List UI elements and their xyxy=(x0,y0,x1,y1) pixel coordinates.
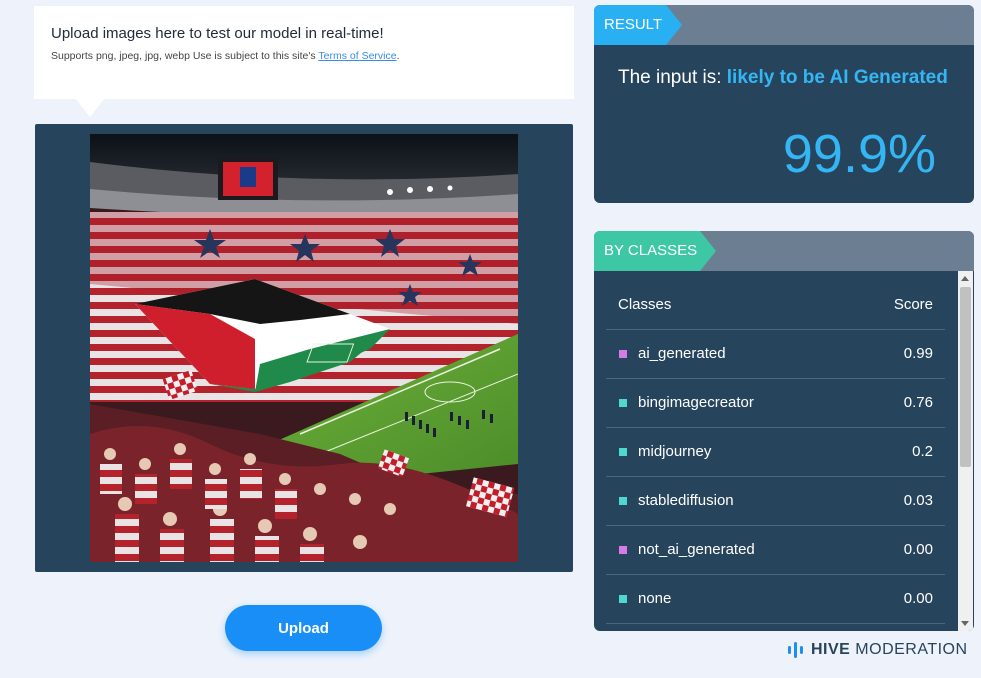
classes-header: BY CLASSES xyxy=(594,231,974,271)
image-preview-panel[interactable] xyxy=(35,124,573,572)
scroll-up-arrow-icon[interactable] xyxy=(961,276,969,281)
classes-table-header: Classes Score xyxy=(606,281,945,330)
table-row: none 0.00 xyxy=(606,575,945,624)
upload-info-subtitle: Supports png, jpeg, jpg, webp Use is sub… xyxy=(51,50,400,62)
result-header: RESULT xyxy=(594,5,974,45)
class-name: stablediffusion xyxy=(638,492,734,509)
class-color-swatch xyxy=(619,546,627,554)
classes-card: BY CLASSES Classes Score ai_generated 0.… xyxy=(594,231,974,631)
class-name: bingimagecreator xyxy=(638,394,754,411)
upload-info-card: Upload images here to test our model in … xyxy=(34,6,574,117)
class-color-swatch xyxy=(619,448,627,456)
class-color-swatch xyxy=(619,350,627,358)
class-color-swatch xyxy=(619,399,627,407)
class-name: not_ai_generated xyxy=(638,541,755,558)
result-statement: The input is: likely to be AI Generated xyxy=(618,67,948,89)
class-name: none xyxy=(638,590,672,607)
hive-logo-icon xyxy=(788,642,803,658)
class-color-swatch xyxy=(619,497,627,505)
scroll-down-arrow-icon[interactable] xyxy=(961,621,969,626)
upload-button[interactable]: Upload xyxy=(225,605,382,651)
terms-of-service-link[interactable]: Terms of Service xyxy=(318,50,396,62)
logo-light-text: MODERATION xyxy=(855,641,968,658)
terms-suffix: . xyxy=(396,50,400,62)
class-score: 0.76 xyxy=(903,394,933,411)
class-color-swatch xyxy=(619,595,627,603)
classes-table: Classes Score ai_generated 0.99 bingimag… xyxy=(606,281,945,624)
result-ribbon: RESULT xyxy=(594,5,682,45)
class-score: 0.2 xyxy=(912,443,933,460)
upload-info-title: Upload images here to test our model in … xyxy=(51,25,384,42)
classes-ribbon: BY CLASSES xyxy=(594,231,716,271)
result-prefix: The input is: xyxy=(618,67,727,88)
table-row: stablediffusion 0.03 xyxy=(606,477,945,526)
column-header-classes: Classes xyxy=(618,296,672,313)
logo-bold-text: HIVE xyxy=(811,641,851,658)
class-score: 0.99 xyxy=(903,345,933,362)
table-row: midjourney 0.2 xyxy=(606,428,945,477)
result-verdict: likely to be AI Generated xyxy=(726,67,948,88)
result-card: RESULT The input is: likely to be AI Gen… xyxy=(594,5,974,203)
class-score: 0.00 xyxy=(903,590,933,607)
result-score: 99.9% xyxy=(782,124,936,184)
table-row: not_ai_generated 0.00 xyxy=(606,526,945,575)
column-header-score: Score xyxy=(893,296,933,313)
class-name: ai_generated xyxy=(638,345,726,362)
class-score: 0.00 xyxy=(903,541,933,558)
hive-moderation-logo: HIVE MODERATION xyxy=(788,640,968,660)
table-row: ai_generated 0.99 xyxy=(606,330,945,379)
classes-scrollbar[interactable] xyxy=(958,271,973,631)
class-name: midjourney xyxy=(638,443,712,460)
uploaded-image xyxy=(90,134,518,562)
supported-formats-text: Supports png, jpeg, jpg, webp Use is sub… xyxy=(51,50,319,62)
scrollbar-thumb[interactable] xyxy=(960,287,971,467)
class-score: 0.03 xyxy=(903,492,933,509)
table-row: bingimagecreator 0.76 xyxy=(606,379,945,428)
